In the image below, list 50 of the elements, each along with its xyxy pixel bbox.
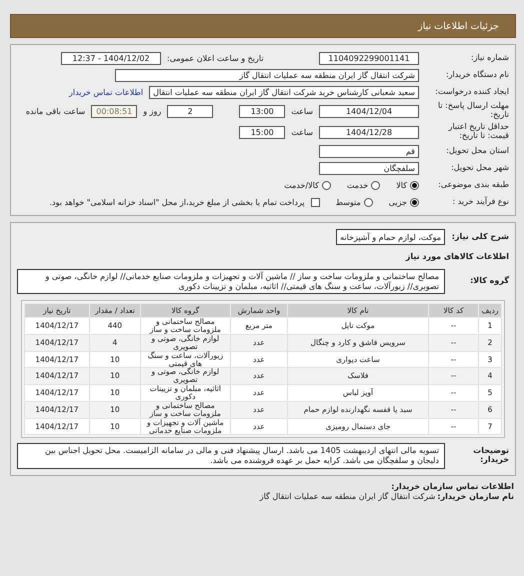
validity-date-field[interactable]: 1404/12/28 [319,126,419,138]
field-label: ساعت [291,106,313,116]
field-label: ایجاد کننده درخواست: [434,88,509,96]
org-name: شرکت انتقال گاز ایران منطقه سه عملیات انتقال گاز [260,492,436,502]
contact-link[interactable]: اطلاعات تماس خریدار [69,88,144,96]
deadline-date-field[interactable]: 1404/12/04 [319,104,419,118]
radio-button[interactable] [410,180,419,190]
section-heading: اطلاعات کالاهای مورد نیاز [406,252,509,260]
contact-heading: اطلاعات تماس سازمان خریدار: [390,482,514,491]
need-number-field[interactable]: 1104092299001141 [319,52,419,64]
field-label: تاریخ و ساعت اعلان عمومی: [167,54,264,62]
requester-field[interactable]: سعید شعبانی کارشناس خرید شرکت انتقال گاز ایران منطقه سه عملیات انتقال [149,86,419,98]
radio-label: کالا/خدمت [284,180,319,190]
notes-field: تسویه مالی انتهای اردیبهشت 1405 می باشد. ارسال پیشنهاد فنی و مالی در سامانه الزامیست. محل تحویل اجناس بین دلیجان و سلفچگان می باشد. کرایه حمل بر عهده فروشنده می باشد. [17,443,445,469]
field-label: گروه کالا: [469,277,509,286]
page-header: جزئیات اطلاعات نیاز [10,14,516,38]
field-label: شماره نیاز: [470,54,509,62]
deadline-time-field[interactable]: 13:00 [239,104,286,118]
field-label: طبقه بندی موضوعی: [437,180,509,190]
radio-label: خدمت [346,180,368,190]
announce-date-field[interactable]: 1404/12/02 - 12:37 [61,52,161,64]
radio-button[interactable] [322,180,331,190]
field-label: نام سازمان خریدار: [437,492,514,502]
days-field[interactable]: 2 [167,104,214,118]
checkbox[interactable] [310,198,320,206]
radio-button[interactable] [371,180,380,190]
radio-button[interactable] [410,198,419,206]
field-label: شرح کلی نیاز: [451,232,509,242]
field-label: استان محل تحویل: [445,146,509,156]
field-label: توضیحات خریدار: [472,447,509,465]
city-field[interactable]: سلفچگان [319,162,419,174]
province-field[interactable]: قم [319,144,419,158]
remaining-time-field: 00:08:51 [91,104,138,118]
validity-time-field[interactable]: 15:00 [239,126,286,138]
radio-label: کالا [396,180,407,190]
field-label: شهر محل تحویل: [450,164,509,172]
field-label: نام دستگاه خریدار: [445,70,509,80]
field-label: حداقل تاریخ اعتبار قیمت: تا تاریخ: [447,123,509,141]
field-label: روز و [143,106,162,116]
summary-field[interactable]: موکت، لوازم حمام و آشپزخانه [336,229,445,245]
radio-button[interactable] [364,198,373,206]
field-label: ساعت [291,128,313,136]
radio-label: جزیی [388,198,407,206]
goods-group-field: مصالح ساختمانی و ملزومات ساخت و ساز // ماشین آلات و تجهیزات و ملزومات صنایع خدماتی// لوازم خانگی، صوتی و تصویری// زیورآلات، ساعت و سنگ های قیمتی// اثاثیه، مبلمان و تزیینات دکوری [17,269,445,294]
buyer-field[interactable]: شرکت انتقال گاز ایران منطقه سه عملیات انتقال گاز [115,68,419,82]
field-label: نوع فرآیند خرید : [451,198,509,206]
checkbox-label: پرداخت تمام یا بخشی از مبلغ خرید،از محل "اسناد خزانه اسلامی" خواهد بود. [49,198,305,206]
radio-label: متوسط [336,198,361,206]
field-label: مهلت ارسال پاسخ: تا تاریخ: [436,102,509,120]
field-label: ساعت باقی مانده [26,106,86,116]
